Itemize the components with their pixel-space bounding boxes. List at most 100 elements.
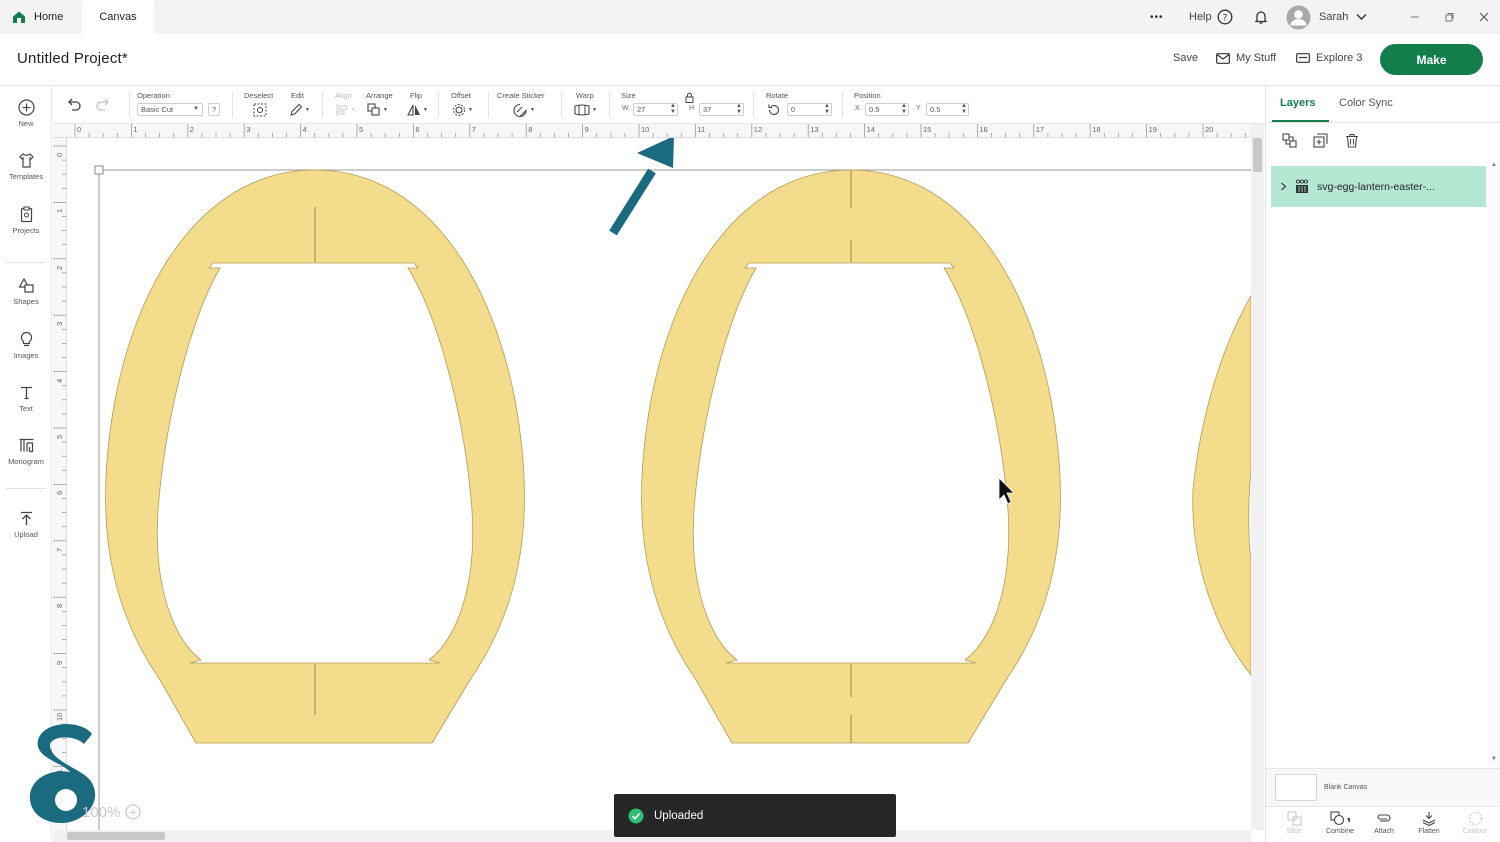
align-button[interactable]: ▼ bbox=[335, 103, 356, 117]
undo-button[interactable] bbox=[66, 97, 82, 111]
help-button[interactable]: Help ? bbox=[1189, 0, 1233, 34]
position-x-input[interactable]: 0.5 ▲ ▼ bbox=[865, 103, 909, 116]
combine-button[interactable]: ▼ Combine bbox=[1319, 811, 1361, 835]
trash-icon[interactable] bbox=[1345, 133, 1359, 148]
sidebar-item-upload[interactable]: Upload bbox=[0, 510, 52, 554]
redo-button[interactable] bbox=[95, 97, 111, 111]
pencil-icon bbox=[289, 103, 303, 117]
stepper-icon[interactable]: ▲ ▼ bbox=[961, 103, 967, 115]
y-prefix: Y bbox=[916, 105, 921, 112]
flatten-button[interactable]: Flatten bbox=[1408, 811, 1450, 835]
sidebar-item-shapes[interactable]: Shapes bbox=[0, 277, 52, 321]
slice-button[interactable]: Slice bbox=[1273, 811, 1315, 835]
warp-button[interactable]: ▼ bbox=[574, 103, 597, 117]
selection-handle[interactable] bbox=[94, 165, 104, 175]
home-icon bbox=[12, 10, 26, 24]
scrollbar-thumb[interactable] bbox=[67, 832, 165, 840]
zoom-value[interactable]: 100% bbox=[82, 804, 120, 821]
egg-lantern-panel[interactable] bbox=[1192, 295, 1251, 676]
page-title[interactable]: Untitled Project* bbox=[17, 50, 128, 67]
egg-lantern-panel[interactable] bbox=[105, 169, 525, 744]
tab-canvas[interactable]: Canvas bbox=[82, 0, 154, 34]
minimize-button[interactable] bbox=[1410, 0, 1420, 34]
lock-icon[interactable] bbox=[685, 92, 694, 103]
flip-button[interactable]: ▼ bbox=[407, 103, 428, 117]
caret-down-icon: ▼ bbox=[592, 107, 597, 113]
layer-item[interactable]: svg-egg-lantern-easter-... bbox=[1271, 166, 1486, 207]
group-icon[interactable] bbox=[1282, 133, 1297, 148]
sidebar-item-text[interactable]: Text bbox=[0, 384, 52, 428]
arrange-label: Arrange bbox=[366, 91, 393, 100]
scroll-up-icon[interactable]: ▲ bbox=[1491, 162, 1497, 168]
user-menu[interactable]: Sarah bbox=[1286, 0, 1367, 34]
height-input[interactable]: 37 ▲ ▼ bbox=[699, 103, 744, 116]
more-options-icon: ••• bbox=[1150, 11, 1164, 23]
layers-scrollbar[interactable]: ▲ ▼ bbox=[1488, 162, 1500, 766]
upload-icon bbox=[18, 510, 35, 527]
sidebar-item-projects[interactable]: Projects bbox=[0, 206, 52, 250]
create-sticker-button[interactable]: ▼ bbox=[512, 103, 535, 117]
stepper-icon[interactable]: ▲ ▼ bbox=[824, 103, 830, 115]
offset-button[interactable]: ▼ bbox=[452, 103, 473, 117]
machine-selector[interactable]: Explore 3 bbox=[1296, 52, 1362, 64]
arrange-button[interactable]: ▼ bbox=[367, 103, 388, 117]
tab-home[interactable]: Home bbox=[12, 0, 84, 34]
align-icon bbox=[335, 103, 349, 117]
position-y-input[interactable]: 0.5 ▲ ▼ bbox=[926, 103, 969, 116]
height-prefix: H bbox=[689, 105, 695, 112]
my-stuff-button[interactable]: My Stuff bbox=[1216, 52, 1276, 64]
canvas-color-swatch[interactable] bbox=[1275, 774, 1317, 801]
toolbar-divider bbox=[561, 92, 562, 118]
ruler-number: 14 bbox=[866, 125, 875, 134]
notifications-button[interactable] bbox=[1253, 0, 1269, 34]
warp-icon bbox=[574, 104, 590, 116]
stepper-icon[interactable]: ▲ ▼ bbox=[736, 103, 742, 115]
scrollbar-thumb[interactable] bbox=[1253, 138, 1262, 172]
stepper-icon[interactable]: ▲ ▼ bbox=[901, 103, 907, 115]
deselect-button[interactable] bbox=[253, 103, 267, 117]
operation-help-button[interactable]: ? bbox=[208, 103, 220, 116]
stepper-icon[interactable]: ▲ ▼ bbox=[670, 103, 676, 115]
toolbar-divider bbox=[842, 92, 843, 118]
duplicate-icon[interactable] bbox=[1313, 133, 1328, 148]
zoom-in-button[interactable]: + bbox=[125, 804, 141, 820]
more-options-button[interactable]: ••• bbox=[1150, 0, 1164, 34]
attach-button[interactable]: Attach bbox=[1363, 811, 1405, 835]
design-canvas[interactable] bbox=[67, 138, 1251, 830]
toast-message: Uploaded bbox=[654, 809, 704, 822]
ruler-number: 2 bbox=[189, 125, 194, 134]
make-button[interactable]: Make bbox=[1380, 44, 1483, 75]
width-input[interactable]: 27 ▲ ▼ bbox=[633, 103, 678, 116]
align-label: Align bbox=[335, 91, 352, 100]
blank-canvas-layer[interactable]: Blank Canvas bbox=[1266, 768, 1500, 806]
scroll-down-icon[interactable]: ▼ bbox=[1491, 756, 1497, 762]
rotate-input[interactable]: 0 ▲ ▼ bbox=[787, 103, 832, 116]
tab-color-sync[interactable]: Color Sync bbox=[1339, 97, 1393, 109]
sidebar-item-templates[interactable]: Templates bbox=[0, 152, 52, 196]
maximize-button[interactable] bbox=[1444, 0, 1454, 34]
contour-icon bbox=[1468, 811, 1483, 826]
tab-layers[interactable]: Layers bbox=[1280, 97, 1315, 109]
operation-select[interactable]: Basic Cut ▼ bbox=[137, 103, 203, 116]
combine-label: Combine bbox=[1325, 828, 1354, 835]
canvas-vertical-scrollbar[interactable] bbox=[1251, 124, 1264, 830]
contour-button[interactable]: Contour bbox=[1454, 811, 1496, 835]
lightbulb-icon bbox=[18, 331, 35, 348]
sidebar-item-images[interactable]: Images bbox=[0, 331, 52, 375]
create-sticker-label: Create Sticker bbox=[497, 91, 545, 100]
sidebar-item-new[interactable]: New bbox=[0, 99, 52, 143]
save-button[interactable]: Save bbox=[1173, 52, 1198, 64]
close-window-button[interactable] bbox=[1479, 0, 1489, 34]
expand-chevron-icon[interactable] bbox=[1280, 182, 1287, 191]
edit-toolbar: Operation Basic Cut ▼ ? Deselect Edit ▼ … bbox=[53, 86, 1265, 124]
sidebar-item-monogram[interactable]: Monogram bbox=[0, 437, 52, 481]
height-value: 37 bbox=[703, 105, 712, 114]
ruler-number: 9 bbox=[584, 125, 589, 134]
upload-toast: Uploaded bbox=[614, 794, 896, 837]
edit-button[interactable]: ▼ bbox=[289, 103, 310, 117]
ruler-number: 1 bbox=[55, 209, 64, 214]
annotation-arrow bbox=[609, 138, 674, 236]
combine-icon: ▼ bbox=[1330, 811, 1350, 826]
width-prefix: W bbox=[622, 105, 629, 112]
egg-lantern-panel[interactable] bbox=[641, 169, 1061, 744]
